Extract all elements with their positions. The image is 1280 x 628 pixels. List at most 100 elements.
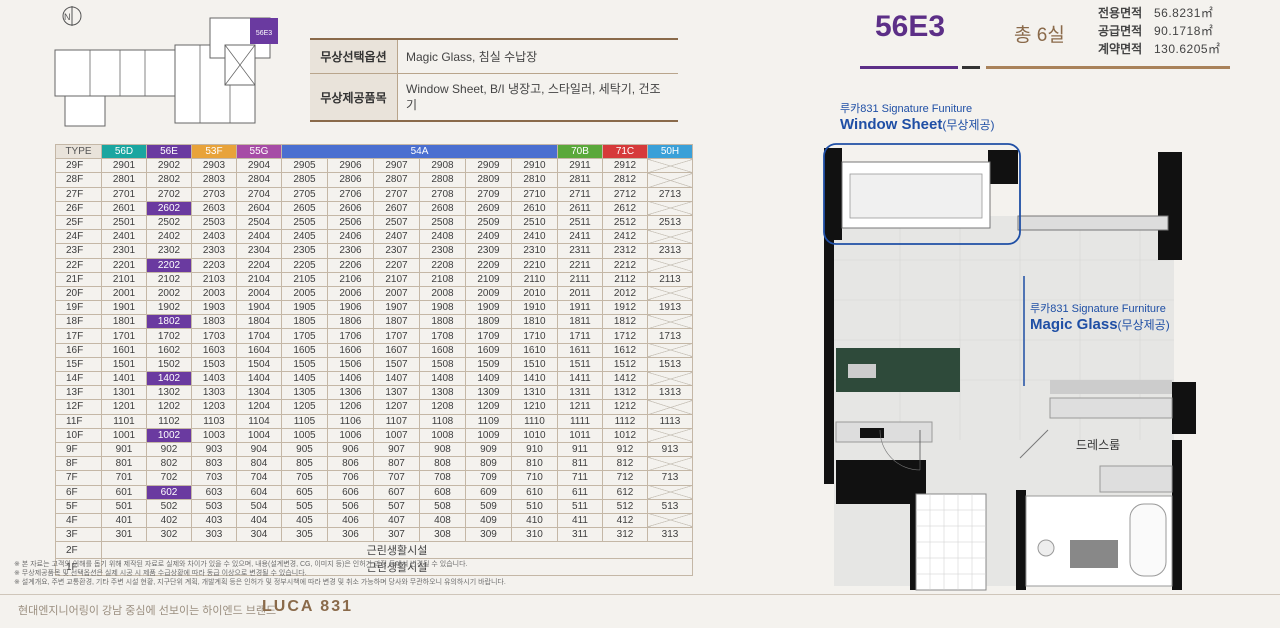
unit-cell: 1007	[373, 427, 420, 443]
unit-cell: 702	[146, 470, 192, 486]
unit-cell: 911	[557, 441, 603, 458]
unit-cell: 602	[146, 484, 192, 500]
unit-cell: 2904	[236, 158, 282, 174]
unit-cell: 1112	[602, 413, 648, 429]
unit-cell: 408	[419, 512, 466, 529]
unit-cell: 2505	[281, 214, 328, 231]
unit-cell: 802	[146, 456, 192, 472]
unit-cell: 2803	[191, 172, 237, 188]
unit-cell: 405	[281, 512, 328, 529]
unit-cell: 901	[101, 441, 147, 458]
unit-cell: 1410	[511, 370, 558, 387]
unit-cell: 1102	[146, 413, 192, 429]
unit-cell: 603	[191, 484, 237, 500]
option-row: 무상제공품목 Window Sheet, B/I 냉장고, 스타일러, 세탁기,…	[310, 74, 678, 120]
unit-cell: 1812	[602, 314, 648, 330]
signature-tag: (무상제공)	[1117, 318, 1170, 332]
unit-cell: 2312	[602, 243, 648, 259]
unit-cell: 1605	[281, 342, 328, 358]
unit-cell: 1310	[511, 385, 558, 401]
unit-cell: 2504	[236, 214, 282, 231]
table-row: 17F 1701 1702 1703 1704 1705 1706 1707 1708 1709 1…	[55, 328, 693, 344]
unit-cell: 1409	[465, 370, 512, 387]
unit-cell: 1105	[281, 413, 328, 429]
unit-cell: 807	[373, 456, 420, 472]
unit-cell: 1710	[511, 328, 558, 344]
unit-cell: 2009	[465, 285, 512, 302]
unit-cell: 512	[602, 498, 648, 514]
unit-cell: 1708	[419, 328, 466, 344]
unit-cell: 1111	[557, 413, 603, 429]
unit-cell: 711	[557, 470, 603, 486]
unit-cell: 913	[647, 441, 693, 458]
unit-cell: 1513	[647, 356, 693, 373]
floor-label: 8F	[55, 456, 102, 472]
unit-cell: 2503	[191, 214, 237, 231]
floor-label: 19F	[55, 300, 102, 316]
unit-cell: 2203	[191, 257, 237, 273]
unit-cell: 1202	[146, 399, 192, 415]
unit-cell: 712	[602, 470, 648, 486]
unit-cell: 407	[373, 512, 420, 529]
unit-cell: 1002	[146, 427, 192, 443]
unit-cell: 1809	[465, 314, 512, 330]
unit-cell: 705	[281, 470, 328, 486]
unit-cell: 1306	[327, 385, 374, 401]
unit-cell: 2606	[327, 200, 374, 216]
unit-cell: 2808	[419, 172, 466, 188]
unit-cell: 2209	[465, 257, 512, 273]
unit-cell: 2902	[146, 158, 192, 174]
unit-cell: 1212	[602, 399, 648, 415]
unit-cell: 1901	[101, 300, 147, 316]
unit-cell: 1011	[557, 427, 603, 443]
unit-cell: 1113	[647, 413, 693, 429]
unit-cell: 2404	[236, 229, 282, 245]
unit-cell: 1608	[419, 342, 466, 358]
unit-cell: 2511	[557, 214, 603, 231]
unit-cell: 505	[281, 498, 328, 514]
unit-cell: 810	[511, 456, 558, 472]
unit-cell: 1703	[191, 328, 237, 344]
unit-cell	[647, 314, 693, 330]
unit-cell: 2903	[191, 158, 237, 174]
unit-cell: 2305	[281, 243, 328, 259]
unit-cell: 804	[236, 456, 282, 472]
unit-cell: 1603	[191, 342, 237, 358]
table-row: 28F 2801 2802 2803 2804 2805 2806 2807 2808 2809 2…	[55, 172, 693, 188]
unit-cell: 1911	[557, 300, 603, 316]
unit-cell: 401	[101, 512, 147, 529]
unit-cell: 701	[101, 470, 147, 486]
unit-cell: 1712	[602, 328, 648, 344]
table-row: 25F 2501 2502 2503 2504 2505 2506 2507 2508 2509 2…	[55, 214, 693, 231]
table-row: 27F 2701 2702 2703 2704 2705 2706 2707 2708 2709 2…	[55, 186, 693, 202]
unit-cell: 2204	[236, 257, 282, 273]
unit-cell: 2502	[146, 214, 192, 231]
unit-cell: 2905	[281, 158, 328, 174]
unit-cell: 1210	[511, 399, 558, 415]
floor-label: 2F	[55, 541, 102, 560]
unit-cell: 2612	[602, 200, 648, 216]
type-header: 54A	[281, 143, 558, 160]
unit-cell: 1706	[327, 328, 374, 344]
option-value: Window Sheet, B/I 냉장고, 스타일러, 세탁기, 건조기	[406, 82, 661, 112]
unit-cell: 1509	[465, 356, 512, 373]
unit-cell: 909	[465, 441, 512, 458]
unit-cell: 905	[281, 441, 328, 458]
table-row: 10F 1001 1002 1003 1004 1005 1006 1007 1008 1009 1…	[55, 427, 693, 443]
unit-cell: 704	[236, 470, 282, 486]
unit-cell: 1905	[281, 300, 328, 316]
unit-cell	[647, 512, 693, 529]
unit-cell: 2407	[373, 229, 420, 245]
floor-label: 17F	[55, 328, 102, 344]
unit-cell: 2804	[236, 172, 282, 188]
unit-cell: 1501	[101, 356, 147, 373]
unit-cell: 409	[465, 512, 512, 529]
option-row: 무상선택옵션 Magic Glass, 침실 수납장	[310, 40, 678, 74]
unit-cell: 1307	[373, 385, 420, 401]
unit-cell: 506	[327, 498, 374, 514]
unit-cell: 2206	[327, 257, 374, 273]
unit-cell: 2212	[602, 257, 648, 273]
unit-cell: 2002	[146, 285, 192, 302]
unit-cell: 1309	[465, 385, 512, 401]
unit-cell: 1204	[236, 399, 282, 415]
